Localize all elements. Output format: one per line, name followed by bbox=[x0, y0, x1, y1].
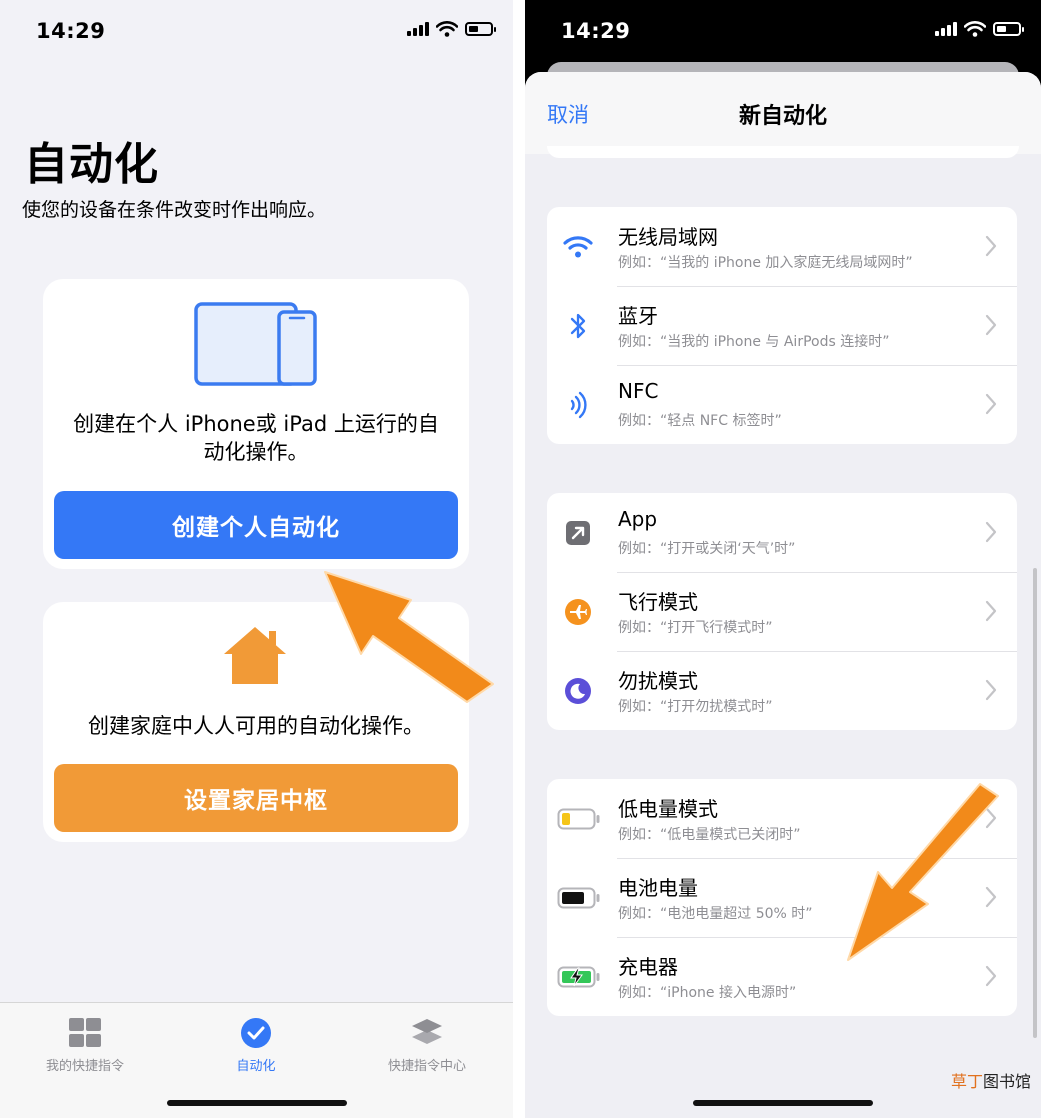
trigger-title: 勿扰模式 bbox=[618, 669, 698, 693]
battery-status-icon bbox=[993, 22, 1024, 36]
home-automation-card: 创建家庭中人人可用的自动化操作。 设置家居中枢 bbox=[43, 602, 469, 842]
trigger-row-bluetooth[interactable]: 蓝牙 例如：“当我的 iPhone 与 AirPods 连接时” bbox=[547, 286, 1017, 365]
airplane-icon bbox=[565, 599, 591, 625]
battery-status-icon bbox=[465, 22, 496, 36]
chevron-right-icon bbox=[985, 679, 997, 701]
new-automation-sheet: 取消 新自动化 无线局域网 例如：“当我的 iPhone 加入家庭无线局域网时”… bbox=[525, 72, 1041, 1118]
trigger-example: 例如：“打开飞行模式时” bbox=[618, 620, 773, 636]
chevron-right-icon bbox=[985, 807, 997, 829]
trigger-example: 例如：“打开或关闭‘天气’时” bbox=[618, 541, 796, 557]
trigger-example: 例如：“打开勿扰模式时” bbox=[618, 699, 773, 715]
scrolled-group-edge bbox=[547, 146, 1019, 158]
trigger-title: 电池电量 bbox=[618, 876, 698, 900]
trigger-row-airplane-mode[interactable]: 飞行模式 例如：“打开飞行模式时” bbox=[547, 572, 1017, 651]
wifi-status-icon bbox=[436, 21, 458, 37]
trigger-title: 无线局域网 bbox=[618, 225, 718, 249]
trigger-title: App bbox=[618, 507, 658, 531]
trigger-title: 蓝牙 bbox=[618, 304, 658, 328]
nfc-icon bbox=[570, 391, 587, 419]
personal-automation-card: 创建在个人 iPhone或 iPad 上运行的自 动化操作。 创建个人自动化 bbox=[43, 279, 469, 569]
page-title: 自动化 bbox=[24, 139, 159, 190]
scrollbar[interactable] bbox=[1033, 568, 1037, 1038]
trigger-row-wifi[interactable]: 无线局域网 例如：“当我的 iPhone 加入家庭无线局域网时” bbox=[547, 207, 1017, 286]
trigger-example: 例如：“电池电量超过 50% 时” bbox=[618, 906, 813, 922]
trigger-row-low-power-mode[interactable]: 低电量模式 例如：“低电量模式已关闭时” bbox=[547, 779, 1017, 858]
trigger-title: NFC bbox=[618, 379, 659, 403]
wifi-icon bbox=[563, 236, 593, 258]
watermark: 草丁图书馆 bbox=[950, 1072, 1031, 1091]
trigger-example: 例如：“轻点 NFC 标签时” bbox=[618, 413, 782, 429]
trigger-row-battery-level[interactable]: 电池电量 例如：“电池电量超过 50% 时” bbox=[547, 858, 1017, 937]
trigger-title: 充电器 bbox=[618, 955, 678, 979]
clock-check-icon bbox=[241, 1018, 271, 1048]
status-bar: 14:29 bbox=[0, 0, 513, 62]
trigger-group-battery: 低电量模式 例如：“低电量模式已关闭时” 电池电量 例如：“电池电量超过 50%… bbox=[547, 779, 1017, 1016]
wifi-status-icon bbox=[964, 21, 986, 37]
trigger-title: 低电量模式 bbox=[618, 797, 718, 821]
trigger-example: 例如：“iPhone 接入电源时” bbox=[618, 985, 797, 1001]
tab-bar: 我的快捷指令 自动化 快捷指令中心 bbox=[0, 1002, 513, 1118]
tab-gallery[interactable]: 快捷指令中心 bbox=[342, 1015, 512, 1074]
status-time: 14:29 bbox=[36, 19, 106, 43]
trigger-row-app[interactable]: App 例如：“打开或关闭‘天气’时” bbox=[547, 493, 1017, 572]
cellular-signal-icon bbox=[935, 22, 957, 36]
layers-icon bbox=[412, 1019, 442, 1044]
chevron-right-icon bbox=[985, 886, 997, 908]
trigger-example: 例如：“当我的 iPhone 加入家庭无线局域网时” bbox=[618, 255, 913, 271]
chevron-right-icon bbox=[985, 393, 997, 415]
create-personal-automation-button[interactable]: 创建个人自动化 bbox=[54, 491, 458, 559]
trigger-title: 飞行模式 bbox=[618, 590, 698, 614]
tab-automation[interactable]: 自动化 bbox=[171, 1015, 341, 1074]
setup-home-hub-button[interactable]: 设置家居中枢 bbox=[54, 764, 458, 832]
moon-icon bbox=[565, 678, 591, 704]
battery-level-icon bbox=[557, 887, 600, 909]
house-icon bbox=[224, 627, 286, 684]
personal-card-text: 创建在个人 iPhone或 iPad 上运行的自 动化操作。 bbox=[73, 412, 439, 464]
trigger-example: 例如：“低电量模式已关闭时” bbox=[618, 827, 801, 843]
chevron-right-icon bbox=[985, 521, 997, 543]
app-arrow-icon bbox=[566, 521, 590, 545]
chevron-right-icon bbox=[985, 600, 997, 622]
sheet-title: 新自动化 bbox=[738, 104, 827, 129]
automation-screen: 14:29 自动化 使您的设备在条件改变时作出响应。 创建在个人 iPhone或… bbox=[0, 0, 513, 1118]
chevron-right-icon bbox=[985, 314, 997, 336]
ipad-iphone-icon bbox=[194, 302, 317, 386]
sheet-nav-bar: 取消 新自动化 bbox=[525, 72, 1041, 154]
trigger-row-charger[interactable]: 充电器 例如：“iPhone 接入电源时” bbox=[547, 937, 1017, 1016]
charger-icon bbox=[557, 966, 600, 988]
grid-icon bbox=[69, 1018, 101, 1047]
new-automation-screen: 14:29 取消 新自动化 无线局域网 例如：“当我的 iPhone 加入家庭无… bbox=[525, 0, 1041, 1118]
trigger-group-connections: 无线局域网 例如：“当我的 iPhone 加入家庭无线局域网时” 蓝牙 例如：“… bbox=[547, 207, 1017, 444]
tab-my-shortcuts[interactable]: 我的快捷指令 bbox=[0, 1015, 170, 1074]
status-bar: 14:29 bbox=[525, 0, 1041, 62]
trigger-row-do-not-disturb[interactable]: 勿扰模式 例如：“打开勿扰模式时” bbox=[547, 651, 1017, 730]
status-time: 14:29 bbox=[561, 19, 631, 43]
chevron-right-icon bbox=[985, 235, 997, 257]
cellular-signal-icon bbox=[407, 22, 429, 36]
trigger-group-apps-modes: App 例如：“打开或关闭‘天气’时” 飞行模式 例如：“打开飞行模式时” 勿扰… bbox=[547, 493, 1017, 730]
chevron-right-icon bbox=[985, 965, 997, 987]
low-battery-icon bbox=[557, 808, 600, 830]
trigger-row-nfc[interactable]: NFC 例如：“轻点 NFC 标签时” bbox=[547, 365, 1017, 444]
bluetooth-icon bbox=[570, 313, 586, 339]
home-indicator bbox=[166, 1100, 347, 1106]
home-card-text: 创建家庭中人人可用的自动化操作。 bbox=[88, 714, 424, 738]
page-subtitle: 使您的设备在条件改变时作出响应。 bbox=[22, 199, 327, 221]
home-indicator bbox=[693, 1100, 873, 1106]
trigger-example: 例如：“当我的 iPhone 与 AirPods 连接时” bbox=[618, 334, 890, 350]
